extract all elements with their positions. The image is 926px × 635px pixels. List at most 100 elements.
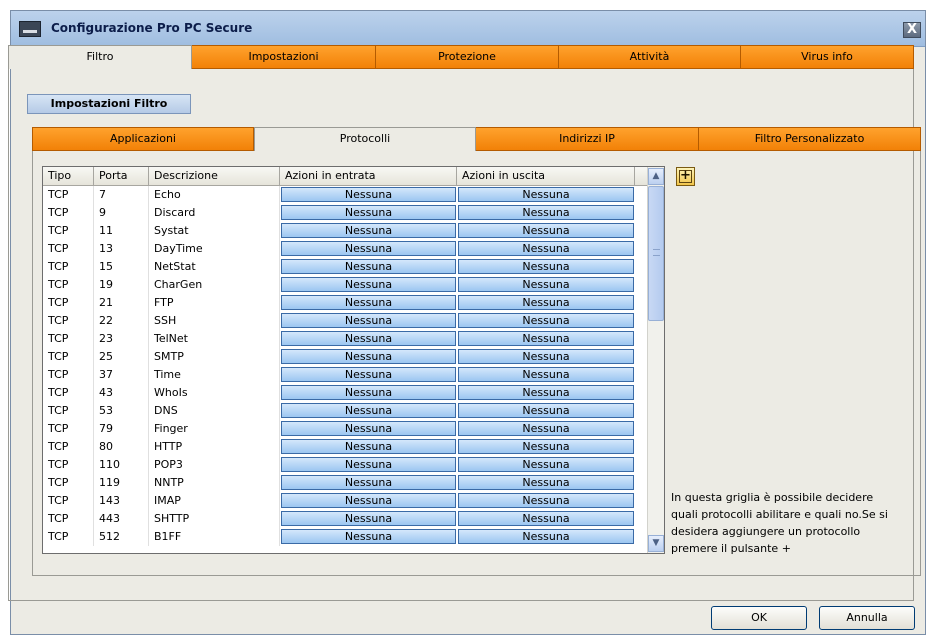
table-row[interactable]: TCP 53 DNS Nessuna Nessuna	[43, 402, 664, 420]
action-in-button[interactable]: Nessuna	[281, 313, 456, 328]
action-out-button[interactable]: Nessuna	[458, 493, 634, 508]
grid-scrollbar[interactable]: ▲ ▼	[647, 167, 664, 553]
table-row[interactable]: TCP 11 Systat Nessuna Nessuna	[43, 222, 664, 240]
action-in-button[interactable]: Nessuna	[281, 277, 456, 292]
action-in-button[interactable]: Nessuna	[281, 403, 456, 418]
table-row[interactable]: TCP 443 SHTTP Nessuna Nessuna	[43, 510, 664, 528]
header-azioni-entrata[interactable]: Azioni in entrata	[280, 167, 457, 185]
action-in-button[interactable]: Nessuna	[281, 493, 456, 508]
action-in-button[interactable]: Nessuna	[281, 457, 456, 472]
table-row[interactable]: TCP 79 Finger Nessuna Nessuna	[43, 420, 664, 438]
cell-descrizione: B1FF	[149, 528, 280, 546]
close-icon[interactable]: X	[903, 22, 921, 38]
action-out-button[interactable]: Nessuna	[458, 205, 634, 220]
cell-tipo: TCP	[43, 312, 94, 330]
action-out-button[interactable]: Nessuna	[458, 475, 634, 490]
action-in-button[interactable]: Nessuna	[281, 295, 456, 310]
action-in-button[interactable]: Nessuna	[281, 475, 456, 490]
header-descrizione[interactable]: Descrizione	[149, 167, 280, 185]
table-row[interactable]: TCP 9 Discard Nessuna Nessuna	[43, 204, 664, 222]
action-out-button[interactable]: Nessuna	[458, 331, 634, 346]
table-row[interactable]: TCP 19 CharGen Nessuna Nessuna	[43, 276, 664, 294]
cell-azioni-uscita: Nessuna	[457, 492, 635, 510]
action-out-button[interactable]: Nessuna	[458, 277, 634, 292]
cell-azioni-entrata: Nessuna	[280, 330, 457, 348]
cell-porta: 9	[94, 204, 149, 222]
cell-porta: 512	[94, 528, 149, 546]
action-out-button[interactable]: Nessuna	[458, 457, 634, 472]
table-row[interactable]: TCP 7 Echo Nessuna Nessuna	[43, 186, 664, 204]
table-row[interactable]: TCP 13 DayTime Nessuna Nessuna	[43, 240, 664, 258]
action-out-button[interactable]: Nessuna	[458, 403, 634, 418]
action-in-button[interactable]: Nessuna	[281, 187, 456, 202]
action-out-button[interactable]: Nessuna	[458, 295, 634, 310]
action-out-button[interactable]: Nessuna	[458, 241, 634, 256]
tab-filtro-personalizzato[interactable]: Filtro Personalizzato	[699, 127, 921, 151]
action-in-button[interactable]: Nessuna	[281, 385, 456, 400]
table-row[interactable]: TCP 21 FTP Nessuna Nessuna	[43, 294, 664, 312]
scroll-down-icon[interactable]: ▼	[648, 535, 664, 552]
action-in-button[interactable]: Nessuna	[281, 223, 456, 238]
table-row[interactable]: TCP 512 B1FF Nessuna Nessuna	[43, 528, 664, 546]
cell-descrizione: NNTP	[149, 474, 280, 492]
cell-azioni-uscita: Nessuna	[457, 330, 635, 348]
action-out-button[interactable]: Nessuna	[458, 511, 634, 526]
action-in-button[interactable]: Nessuna	[281, 367, 456, 382]
table-row[interactable]: TCP 37 Time Nessuna Nessuna	[43, 366, 664, 384]
action-out-button[interactable]: Nessuna	[458, 367, 634, 382]
scroll-thumb[interactable]	[648, 186, 664, 321]
action-out-button[interactable]: Nessuna	[458, 223, 634, 238]
table-row[interactable]: TCP 22 SSH Nessuna Nessuna	[43, 312, 664, 330]
action-out-button[interactable]: Nessuna	[458, 439, 634, 454]
cell-azioni-entrata: Nessuna	[280, 258, 457, 276]
table-row[interactable]: TCP 25 SMTP Nessuna Nessuna	[43, 348, 664, 366]
cell-tipo: TCP	[43, 330, 94, 348]
table-row[interactable]: TCP 80 HTTP Nessuna Nessuna	[43, 438, 664, 456]
action-out-button[interactable]: Nessuna	[458, 421, 634, 436]
header-tipo[interactable]: Tipo	[43, 167, 94, 185]
tab-attivita[interactable]: Attività	[559, 45, 741, 69]
action-in-button[interactable]: Nessuna	[281, 241, 456, 256]
table-row[interactable]: TCP 23 TelNet Nessuna Nessuna	[43, 330, 664, 348]
action-in-button[interactable]: Nessuna	[281, 331, 456, 346]
tab-protezione[interactable]: Protezione	[376, 45, 559, 69]
header-porta[interactable]: Porta	[94, 167, 149, 185]
table-row[interactable]: TCP 43 WhoIs Nessuna Nessuna	[43, 384, 664, 402]
ok-button[interactable]: OK	[711, 606, 807, 630]
action-out-button[interactable]: Nessuna	[458, 187, 634, 202]
action-in-button[interactable]: Nessuna	[281, 529, 456, 544]
cancel-button[interactable]: Annulla	[819, 606, 915, 630]
tab-filtro[interactable]: Filtro	[8, 45, 192, 69]
tab-protocolli[interactable]: Protocolli	[254, 127, 476, 151]
scroll-up-icon[interactable]: ▲	[648, 168, 664, 185]
action-out-button[interactable]: Nessuna	[458, 529, 634, 544]
cell-porta: 43	[94, 384, 149, 402]
add-protocol-button[interactable]: +	[676, 167, 695, 186]
tab-applicazioni[interactable]: Applicazioni	[32, 127, 254, 151]
action-out-button[interactable]: Nessuna	[458, 259, 634, 274]
cell-tipo: TCP	[43, 438, 94, 456]
table-row[interactable]: TCP 15 NetStat Nessuna Nessuna	[43, 258, 664, 276]
tab-impostazioni[interactable]: Impostazioni	[192, 45, 376, 69]
action-out-button[interactable]: Nessuna	[458, 349, 634, 364]
action-out-button[interactable]: Nessuna	[458, 385, 634, 400]
action-out-button[interactable]: Nessuna	[458, 313, 634, 328]
table-row[interactable]: TCP 143 IMAP Nessuna Nessuna	[43, 492, 664, 510]
header-azioni-uscita[interactable]: Azioni in uscita	[457, 167, 635, 185]
cell-tipo: TCP	[43, 366, 94, 384]
action-in-button[interactable]: Nessuna	[281, 205, 456, 220]
action-in-button[interactable]: Nessuna	[281, 439, 456, 454]
cell-azioni-entrata: Nessuna	[280, 528, 457, 546]
cell-azioni-entrata: Nessuna	[280, 348, 457, 366]
action-in-button[interactable]: Nessuna	[281, 259, 456, 274]
action-in-button[interactable]: Nessuna	[281, 511, 456, 526]
protocol-grid: Tipo Porta Descrizione Azioni in entrata…	[42, 166, 665, 554]
action-in-button[interactable]: Nessuna	[281, 421, 456, 436]
action-in-button[interactable]: Nessuna	[281, 349, 456, 364]
table-row[interactable]: TCP 119 NNTP Nessuna Nessuna	[43, 474, 664, 492]
tab-virus-info[interactable]: Virus info	[741, 45, 914, 69]
table-row[interactable]: TCP 110 POP3 Nessuna Nessuna	[43, 456, 664, 474]
cell-azioni-entrata: Nessuna	[280, 492, 457, 510]
cell-azioni-entrata: Nessuna	[280, 402, 457, 420]
tab-indirizzi-ip[interactable]: Indirizzi IP	[476, 127, 699, 151]
